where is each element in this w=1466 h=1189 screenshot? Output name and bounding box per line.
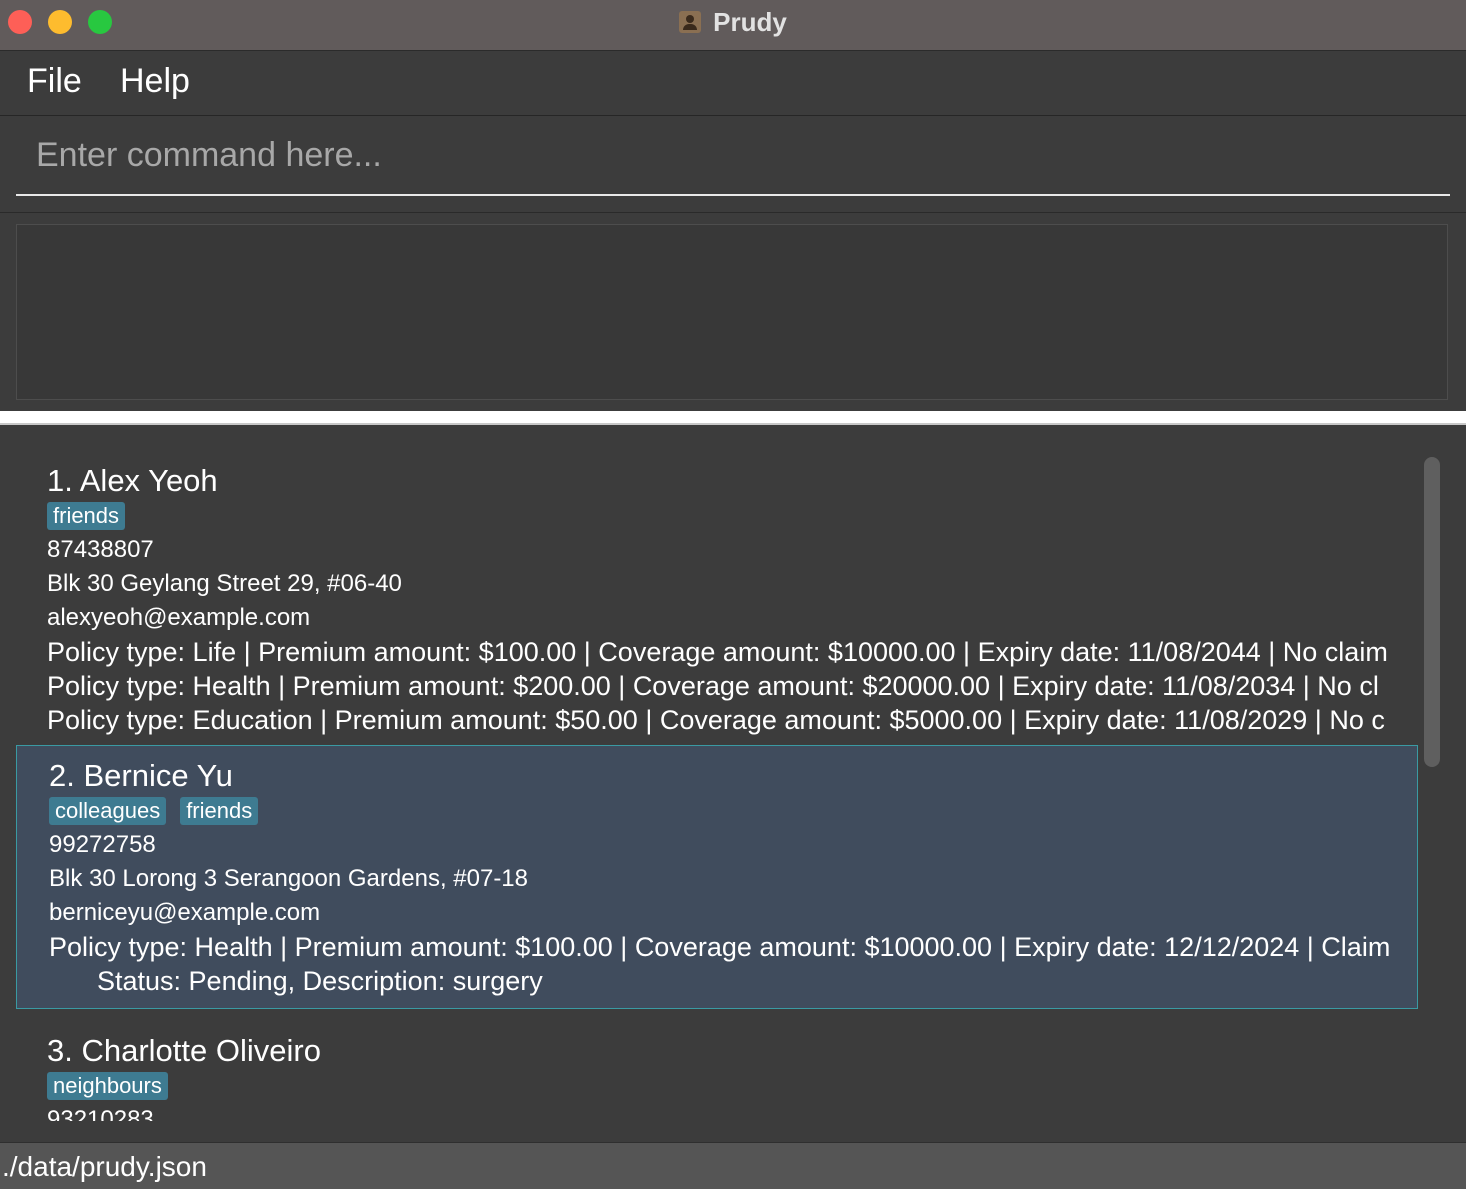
person-email: berniceyu@example.com bbox=[49, 899, 321, 926]
data-file-path: ./data/prudy.json bbox=[2, 1151, 207, 1182]
menu-file[interactable]: File bbox=[27, 62, 82, 101]
title-bar: Prudy bbox=[0, 0, 1466, 51]
person-list[interactable]: 1. Alex Yeoh friends 87438807 Blk 30 Gey… bbox=[16, 449, 1418, 1121]
tag: friends bbox=[180, 797, 259, 825]
tag: friends bbox=[47, 502, 126, 530]
tag-list: colleagues friends bbox=[49, 794, 1417, 828]
command-box bbox=[0, 116, 1466, 213]
status-bar: ./data/prudy.json bbox=[0, 1142, 1466, 1189]
policy-line: Policy type: Life | Premium amount: $100… bbox=[47, 637, 1388, 667]
scrollbar-thumb[interactable] bbox=[1424, 457, 1440, 767]
person-card[interactable]: 1. Alex Yeoh friends 87438807 Blk 30 Gey… bbox=[16, 463, 1418, 747]
person-phone: 93210283 bbox=[47, 1106, 154, 1121]
person-card[interactable]: 3. Charlotte Oliveiro neighbours 9321028… bbox=[16, 1033, 1418, 1121]
person-phone: 87438807 bbox=[47, 536, 154, 563]
policy-line: Policy type: Health | Premium amount: $1… bbox=[49, 932, 1391, 962]
policy-line: Policy type: Education | Premium amount:… bbox=[47, 705, 1385, 735]
list-scrollbar[interactable] bbox=[1420, 449, 1444, 1121]
app-contact-icon bbox=[679, 11, 702, 33]
person-address: Blk 30 Lorong 3 Serangoon Gardens, #07-1… bbox=[49, 865, 529, 892]
split-pane-divider[interactable] bbox=[0, 411, 1466, 425]
person-name: 3. Charlotte Oliveiro bbox=[47, 1033, 321, 1068]
person-list-panel: 1. Alex Yeoh friends 87438807 Blk 30 Gey… bbox=[0, 427, 1466, 1140]
tag-list: neighbours bbox=[47, 1069, 1418, 1103]
person-card-selected[interactable]: 2. Bernice Yu colleagues friends 9927275… bbox=[16, 745, 1418, 1009]
policy-line-continued: Status: Pending, Description: surgery bbox=[97, 966, 543, 996]
policy-line: Policy type: Health | Premium amount: $2… bbox=[47, 671, 1379, 701]
person-email: alexyeoh@example.com bbox=[47, 604, 311, 631]
command-input[interactable] bbox=[16, 116, 1450, 196]
menu-bar: File Help bbox=[0, 51, 1466, 116]
tag: colleagues bbox=[49, 797, 167, 825]
person-name: 1. Alex Yeoh bbox=[47, 463, 218, 498]
result-display[interactable] bbox=[16, 224, 1448, 400]
person-address: Blk 30 Geylang Street 29, #06-40 bbox=[47, 570, 402, 597]
window-title: Prudy bbox=[713, 6, 787, 37]
person-phone: 99272758 bbox=[49, 831, 156, 858]
menu-help[interactable]: Help bbox=[120, 62, 190, 101]
person-name: 2. Bernice Yu bbox=[49, 758, 233, 793]
tag: neighbours bbox=[47, 1072, 168, 1100]
tag-list: friends bbox=[47, 499, 1418, 533]
